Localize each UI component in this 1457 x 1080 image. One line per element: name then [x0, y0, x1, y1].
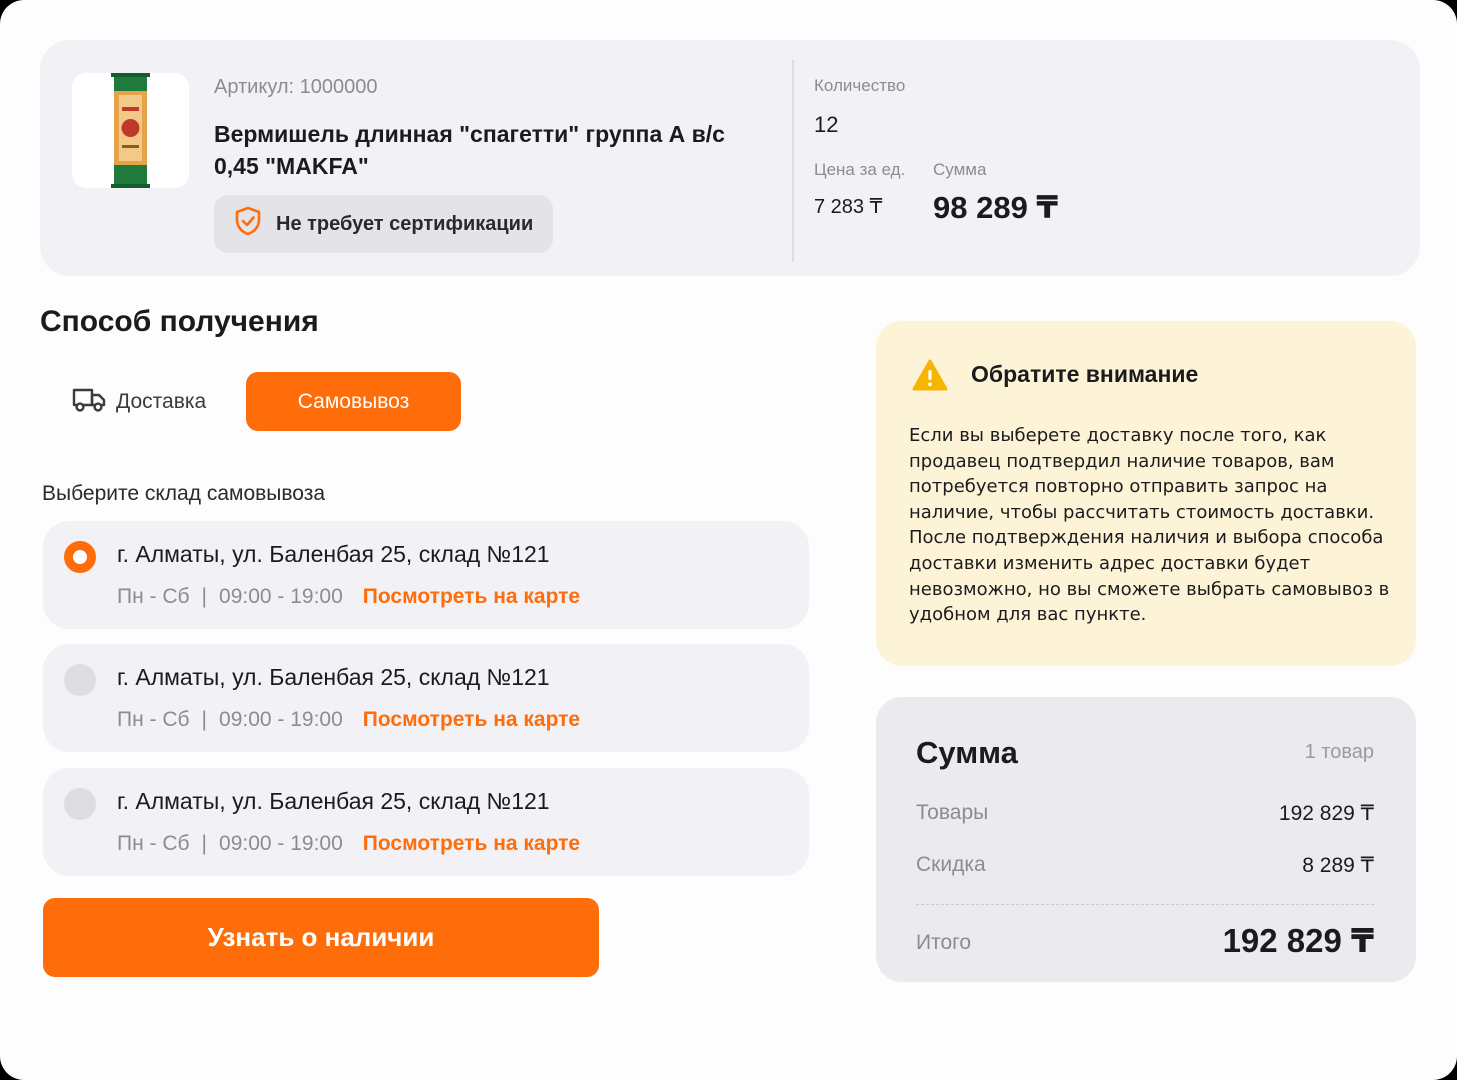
product-sku: Артикул: 1000000 — [214, 76, 378, 98]
warehouse-days: Пн - Сб — [117, 832, 190, 855]
order-page: Артикул: 1000000 Вермишель длинная "спаг… — [0, 0, 1457, 1080]
warehouse-days: Пн - Сб — [117, 708, 190, 731]
warehouse-schedule: Пн - Сб | 09:00 - 19:00 Посмотреть на ка… — [117, 585, 580, 609]
product-image — [72, 73, 189, 188]
quantity-value: 12 — [814, 112, 839, 137]
tab-delivery-label: Доставка — [116, 390, 207, 413]
warehouse-hours: 09:00 - 19:00 — [219, 585, 343, 608]
quantity-label: Количество — [814, 76, 906, 95]
tab-delivery[interactable]: Доставка — [72, 382, 206, 422]
radio-selected[interactable] — [64, 541, 96, 573]
notice-panel: Обратите внимание Если вы выберете доста… — [876, 321, 1416, 666]
schedule-separator: | — [201, 708, 208, 731]
receiving-method-title: Способ получения — [40, 305, 319, 338]
summary-item-count: 1 товар — [1304, 741, 1374, 763]
certification-label: Не требует сертификации — [276, 212, 534, 235]
truck-icon — [72, 386, 106, 418]
view-on-map-link[interactable]: Посмотреть на карте — [363, 708, 580, 732]
warehouse-hours: 09:00 - 19:00 — [219, 832, 343, 855]
shield-check-icon — [234, 206, 262, 242]
warehouse-schedule: Пн - Сб | 09:00 - 19:00 Посмотреть на ка… — [117, 832, 580, 856]
warehouse-option[interactable]: г. Алматы, ул. Баленбая 25, склад №121 П… — [43, 644, 809, 752]
unit-price-value: 7 283 ₸ — [814, 196, 883, 218]
warehouse-hours: 09:00 - 19:00 — [219, 708, 343, 731]
goods-value: 192 829 ₸ — [1278, 802, 1374, 825]
warehouse-address: г. Алматы, ул. Баленбая 25, склад №121 — [117, 788, 550, 814]
warehouse-days: Пн - Сб — [117, 585, 190, 608]
warehouse-option[interactable]: г. Алматы, ул. Баленбая 25, склад №121 П… — [43, 521, 809, 629]
notice-text: Если вы выберете доставку после того, ка… — [909, 425, 1390, 626]
radio-unselected[interactable] — [64, 664, 96, 696]
product-card: Артикул: 1000000 Вермишель длинная "спаг… — [40, 40, 1420, 276]
check-availability-button[interactable]: Узнать о наличии — [43, 898, 599, 977]
summary-divider — [916, 904, 1374, 905]
notice-title: Обратите внимание — [971, 361, 1199, 387]
discount-label: Скидка — [916, 853, 986, 876]
view-on-map-link[interactable]: Посмотреть на карте — [363, 832, 580, 856]
unit-price-label: Цена за ед. — [814, 160, 906, 179]
warehouse-prompt: Выберите склад самовывоза — [42, 482, 326, 505]
certification-badge: Не требует сертификации — [214, 195, 554, 253]
tab-pickup[interactable]: Самовывоз — [246, 372, 461, 431]
goods-label: Товары — [916, 801, 989, 824]
product-title: Вермишель длинная "спагетти" группа А в/… — [214, 121, 725, 179]
total-value: 192 829 ₸ — [1222, 922, 1374, 959]
discount-value: 8 289 ₸ — [1302, 854, 1374, 877]
schedule-separator: | — [201, 585, 208, 608]
product-sum-label: Сумма — [933, 160, 987, 179]
warehouse-address: г. Алматы, ул. Баленбая 25, склад №121 — [117, 664, 550, 690]
warehouse-schedule: Пн - Сб | 09:00 - 19:00 Посмотреть на ка… — [117, 708, 580, 732]
product-sum-value: 98 289 ₸ — [933, 190, 1058, 225]
card-divider — [792, 60, 794, 262]
order-summary: Сумма 1 товар Товары 192 829 ₸ Скидка 8 … — [876, 697, 1416, 982]
radio-unselected[interactable] — [64, 788, 96, 820]
total-label: Итого — [916, 931, 972, 954]
warning-icon — [912, 359, 948, 396]
summary-title: Сумма — [916, 735, 1018, 770]
warehouse-address: г. Алматы, ул. Баленбая 25, склад №121 — [117, 541, 550, 567]
view-on-map-link[interactable]: Посмотреть на карте — [363, 585, 580, 609]
warehouse-option[interactable]: г. Алматы, ул. Баленбая 25, склад №121 П… — [43, 768, 809, 876]
schedule-separator: | — [201, 832, 208, 855]
